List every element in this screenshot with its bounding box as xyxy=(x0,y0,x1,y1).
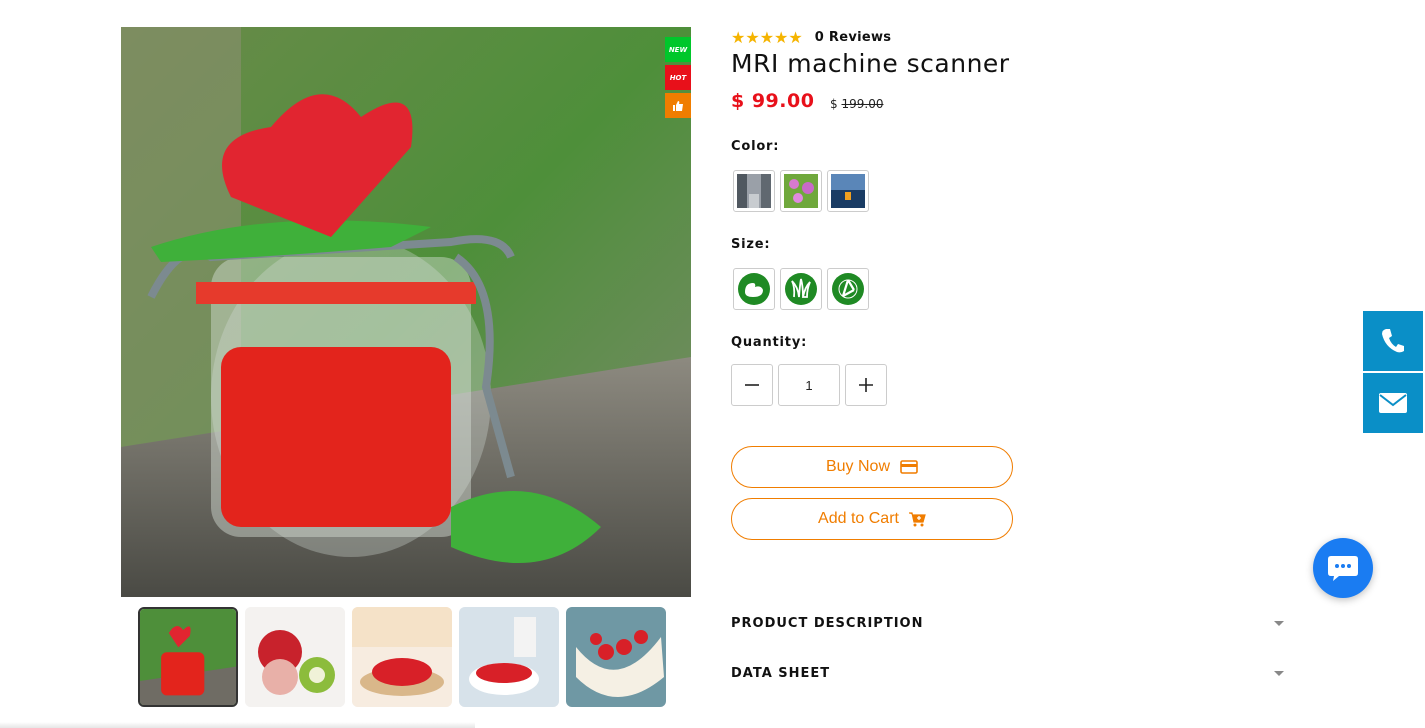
size-label: Size: xyxy=(731,237,771,252)
reviews-link[interactable]: 0 Reviews xyxy=(815,30,892,45)
star-rating-icons: ★★★★★ xyxy=(731,28,803,47)
size-swatches xyxy=(733,268,869,310)
credit-card-icon xyxy=(900,460,918,474)
thumbnail-strip xyxy=(138,607,666,707)
color-swatch-flowers[interactable] xyxy=(780,170,822,212)
horizontal-scrollbar[interactable] xyxy=(0,722,475,728)
muscle-icon xyxy=(738,273,770,305)
current-price: $ 99.00 xyxy=(731,90,815,112)
thumbnail-strawberries-dish[interactable] xyxy=(566,607,666,707)
rating: ★★★★★ 0 Reviews xyxy=(731,28,891,47)
new-badge: NEW xyxy=(665,37,691,62)
mail-icon xyxy=(1379,393,1407,413)
color-swatches xyxy=(733,170,869,212)
add-to-cart-button[interactable]: Add to Cart xyxy=(731,498,1013,540)
grass-icon xyxy=(785,273,817,305)
caret-down-icon xyxy=(1274,671,1284,676)
color-swatch-street[interactable] xyxy=(733,170,775,212)
size-swatch-grass[interactable] xyxy=(780,268,822,310)
quantity-label: Quantity: xyxy=(731,335,808,350)
product-description-toggle[interactable]: PRODUCT DESCRIPTION xyxy=(731,616,1284,631)
plus-icon xyxy=(859,378,873,392)
minus-icon xyxy=(745,384,759,386)
buy-now-label: Buy Now xyxy=(825,458,891,475)
chat-button[interactable] xyxy=(1313,538,1373,598)
size-swatch-muscle[interactable] xyxy=(733,268,775,310)
chat-icon xyxy=(1328,556,1358,581)
quantity-stepper xyxy=(731,364,887,406)
caret-down-icon xyxy=(1274,621,1284,626)
thumbnail-heart-jar[interactable] xyxy=(138,607,238,707)
recycle-icon xyxy=(832,273,864,305)
cart-icon xyxy=(908,511,926,526)
size-swatch-recycle[interactable] xyxy=(827,268,869,310)
old-price-currency: $ xyxy=(830,97,838,111)
thumbnail-strawberries-plate[interactable] xyxy=(352,607,452,707)
phone-icon xyxy=(1382,329,1404,353)
old-price-amount: 199.00 xyxy=(841,97,884,111)
buy-now-button[interactable]: Buy Now xyxy=(731,446,1013,488)
thumbnail-pomegranate-kiwi[interactable] xyxy=(245,607,345,707)
data-sheet-title: DATA SHEET xyxy=(731,666,831,681)
add-to-cart-label: Add to Cart xyxy=(818,510,899,527)
data-sheet-toggle[interactable]: DATA SHEET xyxy=(731,666,1284,681)
quantity-input[interactable] xyxy=(778,364,840,406)
color-label: Color: xyxy=(731,139,780,154)
phone-contact-button[interactable] xyxy=(1363,311,1423,371)
color-swatch-lake[interactable] xyxy=(827,170,869,212)
email-contact-button[interactable] xyxy=(1363,373,1423,433)
product-main-image[interactable] xyxy=(121,27,691,597)
thumbs-up-icon xyxy=(665,93,691,118)
old-price: $ 199.00 xyxy=(830,97,883,111)
quantity-increase-button[interactable] xyxy=(845,364,887,406)
product-description-title: PRODUCT DESCRIPTION xyxy=(731,616,924,631)
thumbnail-strawberries-bowl[interactable] xyxy=(459,607,559,707)
hot-badge: HOT xyxy=(665,65,691,90)
quantity-decrease-button[interactable] xyxy=(731,364,773,406)
product-title: MRI machine scanner xyxy=(731,49,1010,78)
